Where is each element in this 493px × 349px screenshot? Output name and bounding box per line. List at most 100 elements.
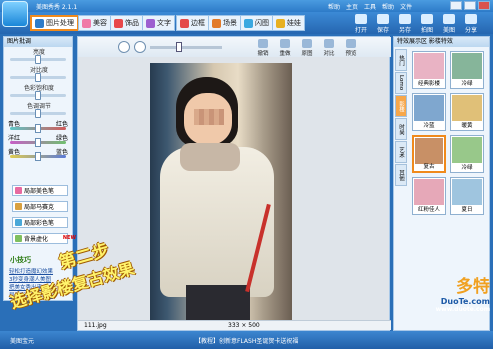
zoom-slider[interactable] bbox=[150, 46, 222, 49]
mosaic-blur bbox=[194, 109, 224, 125]
effect-thumb[interactable]: 冷绿 bbox=[450, 135, 484, 173]
open-button[interactable]: 打开 bbox=[350, 14, 372, 34]
compare-button[interactable]: 对比 bbox=[318, 39, 340, 57]
tab-studio[interactable]: 影楼 bbox=[395, 95, 407, 117]
tone-slider[interactable]: 色调调节 bbox=[4, 101, 72, 119]
effect-thumb[interactable]: 红粉佳人 bbox=[412, 177, 446, 215]
effect-thumb[interactable]: 冷蓝 bbox=[412, 93, 446, 131]
slider-knob[interactable] bbox=[35, 55, 41, 64]
new-badge: NEW bbox=[62, 235, 76, 241]
minimize-button[interactable] bbox=[450, 1, 462, 10]
tab-art[interactable]: 艺术 bbox=[395, 141, 407, 163]
file-name: 111.jpg bbox=[84, 322, 107, 329]
menu-item[interactable]: 帮助 bbox=[328, 2, 340, 11]
tab-doll[interactable]: 娃娃 bbox=[272, 15, 305, 31]
original-icon bbox=[302, 39, 312, 48]
effect-thumb-selected[interactable]: 复古 bbox=[412, 135, 446, 173]
zoom-knob[interactable] bbox=[176, 42, 182, 52]
close-button[interactable] bbox=[478, 1, 490, 10]
redo-button[interactable]: 重做 bbox=[274, 39, 296, 57]
effect-thumb[interactable]: 冷绿 bbox=[450, 51, 484, 89]
blur-icon bbox=[15, 235, 22, 242]
slider-knob[interactable] bbox=[35, 91, 41, 100]
watermark-url: www.duote.com bbox=[435, 306, 490, 313]
redo-icon bbox=[280, 39, 290, 48]
background-blur-button[interactable]: 背景虚化 NEW bbox=[12, 233, 76, 244]
tab-hot[interactable]: 热门 bbox=[395, 49, 407, 71]
color-pen-button[interactable]: 局部彩色笔 bbox=[12, 217, 68, 228]
mosaic-button[interactable]: 局部马赛克 bbox=[12, 201, 68, 212]
folder-icon bbox=[355, 14, 367, 24]
original-button[interactable]: 原图 bbox=[296, 39, 318, 57]
bottom-left-text: 美图宝元 bbox=[10, 338, 35, 345]
tab-beauty[interactable]: 美容 bbox=[78, 15, 111, 31]
save-button[interactable]: 保存 bbox=[372, 14, 394, 34]
tab-flash[interactable]: 闪图 bbox=[240, 15, 273, 31]
slider-knob[interactable] bbox=[35, 124, 41, 133]
tip-link[interactable]: 轻松打造魔幻效果 bbox=[9, 267, 53, 275]
watermark-main: 多特 bbox=[456, 277, 490, 297]
face-icon bbox=[82, 18, 91, 28]
beautify-button[interactable]: 美图 bbox=[438, 14, 460, 34]
watermark-sub: DuoTe.com bbox=[440, 297, 490, 306]
effect-thumb[interactable]: 夏日 bbox=[450, 177, 484, 215]
cyan-red-slider[interactable]: 青色 红色 bbox=[4, 119, 72, 133]
brightness-slider[interactable]: 亮度 bbox=[4, 47, 72, 65]
maximize-button[interactable] bbox=[464, 1, 476, 10]
share-icon bbox=[465, 14, 477, 24]
zoom-in-icon[interactable] bbox=[118, 41, 130, 53]
effect-thumb[interactable]: 暖黄 bbox=[450, 93, 484, 131]
tab-accessories[interactable]: 饰品 bbox=[110, 15, 143, 31]
panel-header: 图片批调 bbox=[4, 37, 72, 47]
local-color-pen-button[interactable]: 局部美色笔 bbox=[12, 185, 68, 196]
image-icon bbox=[35, 18, 44, 28]
heart-icon bbox=[114, 18, 123, 28]
title-bar: 美图秀秀 2.1.1 帮助 主页 工具 帮助 文件 bbox=[0, 0, 493, 12]
scene-icon bbox=[212, 18, 221, 28]
text-icon bbox=[146, 18, 155, 28]
tab-scene[interactable]: 场景 bbox=[208, 15, 241, 31]
undo-icon bbox=[258, 39, 268, 48]
tab-frame[interactable]: 边框 bbox=[176, 15, 209, 31]
canvas-status-bar: 111.jpg 333 × 500 bbox=[78, 320, 391, 330]
saturation-slider[interactable]: 色彩饱和度 bbox=[4, 83, 72, 101]
app-logo bbox=[2, 1, 28, 27]
doll-icon bbox=[276, 18, 285, 28]
edited-photo bbox=[150, 63, 292, 323]
menu-item[interactable]: 主页 bbox=[346, 2, 358, 11]
canvas-area: 撤销 重做 原图 对比 预览 111.jpg 333 × 500 bbox=[77, 36, 391, 331]
preview-button[interactable]: 预览 bbox=[340, 39, 362, 57]
news-link[interactable]: 【教程】创新意FLASH圣诞贺卡送祝福 bbox=[195, 336, 298, 345]
slider-knob[interactable] bbox=[35, 73, 41, 82]
window-controls bbox=[450, 1, 490, 10]
menu-item[interactable]: 帮助 bbox=[382, 2, 394, 11]
slider-knob[interactable] bbox=[35, 138, 41, 147]
tips-title: 小技巧 bbox=[10, 256, 31, 264]
effects-header: 特效展示区 影楼特效 bbox=[394, 37, 489, 47]
pen-icon bbox=[15, 219, 22, 226]
capture-button[interactable]: 拍图 bbox=[416, 14, 438, 34]
contrast-slider[interactable]: 对比度 bbox=[4, 65, 72, 83]
menu-item[interactable]: 工具 bbox=[364, 2, 376, 11]
brush-icon bbox=[15, 187, 22, 194]
zoom-out-icon[interactable] bbox=[134, 41, 146, 53]
tab-lomo[interactable]: Lomo bbox=[395, 72, 407, 94]
star-icon bbox=[443, 14, 455, 24]
preview-icon bbox=[346, 39, 356, 48]
share-button[interactable]: 分享 bbox=[460, 14, 482, 34]
tab-image-processing[interactable]: 图片处理 bbox=[30, 15, 79, 31]
yellow-blue-slider[interactable]: 黄色 蓝色 bbox=[4, 147, 72, 161]
main-toolbar: 图片处理 美容 饰品 文字 边框 场景 闪图 娃娃 打开 保存 另存 拍图 美图… bbox=[0, 12, 493, 34]
top-menu: 帮助 主页 工具 帮助 文件 bbox=[328, 2, 412, 11]
bottom-bar: 美图宝元 【教程】创新意FLASH圣诞贺卡送祝福 bbox=[0, 331, 493, 349]
slider-knob[interactable] bbox=[35, 152, 41, 161]
slider-knob[interactable] bbox=[35, 109, 41, 118]
tab-fashion[interactable]: 时尚 bbox=[395, 118, 407, 140]
effect-thumb[interactable]: 经典影楼 bbox=[412, 51, 446, 89]
tab-other[interactable]: 其他 bbox=[395, 164, 407, 186]
tab-text[interactable]: 文字 bbox=[142, 15, 175, 31]
menu-item[interactable]: 文件 bbox=[400, 2, 412, 11]
save-as-button[interactable]: 另存 bbox=[394, 14, 416, 34]
undo-button[interactable]: 撤销 bbox=[252, 39, 274, 57]
magenta-green-slider[interactable]: 洋红 绿色 bbox=[4, 133, 72, 147]
